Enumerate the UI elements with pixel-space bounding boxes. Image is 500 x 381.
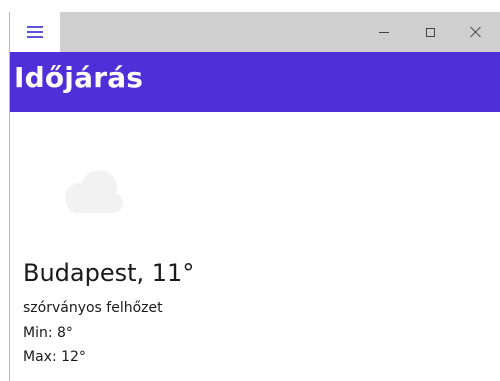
city-temperature: Budapest, 11° [23,259,195,287]
maximize-button[interactable] [407,12,453,52]
min-temperature: Min: 8° [23,325,73,341]
app-header: Időjárás [10,52,500,112]
menu-button[interactable] [10,12,60,52]
close-icon [470,26,482,38]
hamburger-icon [27,26,43,38]
minimize-button[interactable] [361,12,407,52]
title-bar [10,12,500,52]
app-window: Időjárás Budapest, 11° szórványos felhőz… [9,12,500,381]
weather-description: szórványos felhőzet [23,300,163,316]
cloud-icon [65,170,123,213]
page-title: Időjárás [14,61,144,94]
minimize-icon [379,31,389,33]
maximize-icon [425,27,435,37]
close-button[interactable] [453,12,499,52]
max-temperature: Max: 12° [23,349,86,365]
